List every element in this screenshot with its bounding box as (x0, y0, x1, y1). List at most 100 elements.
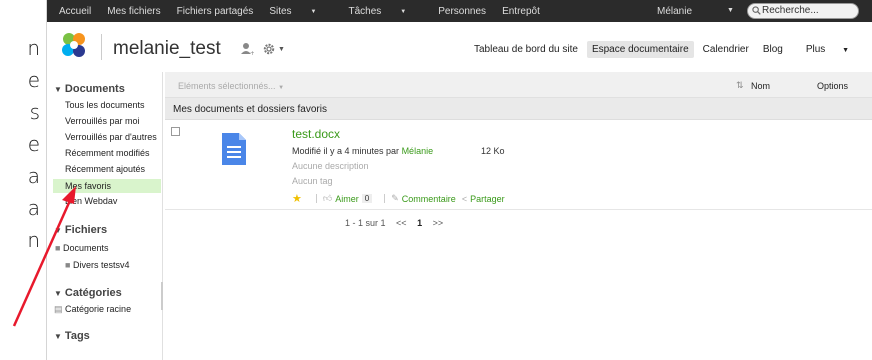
sidebar-heading-documents[interactable]: ▼ Documents (54, 83, 125, 95)
pagination-range: 1 - 1 sur 1 (345, 218, 386, 228)
sidebar-item-recently-added[interactable]: Récemment ajoutés (65, 164, 145, 174)
top-nav-my-files[interactable]: Mes fichiers (107, 6, 160, 17)
site-nav: Tableau de bord du site Espace documenta… (465, 41, 859, 58)
site-nav-calendar[interactable]: Calendrier (698, 41, 754, 58)
sidebar-heading-label: Fichiers (64, 224, 108, 236)
sidebar-heading-label: Catégories (64, 287, 122, 299)
main-content: Eléments sélectionnés... ▼ ⇅ Nom Options… (165, 72, 872, 360)
collapse-triangle-icon: ▼ (54, 226, 62, 235)
tree-item-documents[interactable]: ■ Documents (55, 243, 108, 253)
tree-item-label: Documents (62, 243, 109, 253)
app-window: Accueil Mes fichiers Fichiers partagés S… (46, 0, 872, 360)
options-button[interactable]: Options (817, 81, 848, 91)
left-text-char: a (27, 164, 40, 188)
divider (315, 194, 317, 203)
top-bar: Accueil Mes fichiers Fichiers partagés S… (47, 0, 872, 22)
sidebar-item-locked-by-others[interactable]: Verrouillés par d'autres (65, 132, 157, 142)
sidebar-heading-categories[interactable]: ▼ Catégories (54, 287, 122, 299)
pagination-prev[interactable]: << (396, 218, 407, 228)
user-menu[interactable]: Mélanie (657, 6, 692, 17)
row-checkbox[interactable] (171, 127, 180, 136)
like-count: 0 (361, 194, 373, 203)
document-icon[interactable] (221, 132, 247, 166)
thumbs-up-icon: 👍︎ (322, 193, 333, 203)
chevron-down-icon[interactable]: ▼ (278, 46, 285, 53)
top-nav-repository[interactable]: Entrepôt (502, 6, 540, 17)
document-tags: Aucun tag (292, 176, 333, 186)
comment-label: Commentaire (401, 193, 456, 204)
document-modified-info: Modifié il y a 4 minutes par Mélanie (292, 146, 433, 156)
left-text-char: s (29, 100, 40, 124)
site-nav-more-label: Plus (805, 44, 826, 55)
comment-button[interactable]: ✎ Commentaire (391, 193, 456, 204)
sidebar-heading-files[interactable]: ▼ Fichiers (54, 224, 107, 236)
search-input[interactable]: Recherche... (747, 3, 859, 19)
top-nav-tasks[interactable]: Tâches ▼ (349, 6, 423, 17)
pagination-next[interactable]: >> (433, 218, 444, 228)
top-nav-home[interactable]: Accueil (59, 6, 91, 17)
site-nav-dashboard[interactable]: Tableau de bord du site (469, 41, 583, 58)
search-placeholder: Recherche... (762, 5, 819, 16)
left-text-char: a (27, 196, 40, 220)
tree-item-divers-testsv4[interactable]: ■ Divers testsv4 (65, 260, 129, 270)
chevron-down-icon: ▼ (842, 47, 849, 54)
left-text-char: e (27, 132, 40, 156)
chevron-down-icon: ▼ (400, 9, 407, 15)
pagination-current[interactable]: 1 (417, 218, 422, 228)
chevron-down-icon: ▼ (278, 85, 285, 91)
folder-icon: ■ (65, 260, 71, 270)
document-name-link[interactable]: test.docx (292, 127, 340, 141)
add-member-icon[interactable]: + (240, 42, 254, 56)
sidebar-heading-tags[interactable]: ▼ Tags (54, 330, 90, 342)
like-button[interactable]: 👍︎ Aimer 0 (322, 193, 373, 204)
sort-button[interactable]: Nom (751, 81, 770, 91)
sidebar-item-locked-by-me[interactable]: Verrouillés par moi (65, 116, 140, 126)
collapse-triangle-icon: ▼ (54, 85, 62, 94)
gear-icon[interactable] (263, 43, 275, 55)
list-header: Mes documents et dossiers favoris (165, 98, 872, 120)
top-nav-sites[interactable]: Sites ▼ (269, 6, 332, 17)
share-button[interactable]: < Partager (462, 194, 505, 204)
document-size: 12 Ko (481, 146, 505, 156)
sort-icon[interactable]: ⇅ (736, 80, 744, 91)
site-nav-document-library[interactable]: Espace documentaire (586, 41, 694, 58)
favorite-star-icon[interactable]: ★ (292, 192, 302, 205)
top-nav-shared-files[interactable]: Fichiers partagés (177, 6, 254, 17)
category-icon: ▤ (54, 304, 63, 314)
logo-divider (101, 34, 102, 60)
comment-icon: ✎ (391, 193, 399, 203)
top-nav: Accueil Mes fichiers Fichiers partagés S… (59, 6, 556, 17)
tree-item-root-category[interactable]: ▤ Catégorie racine (54, 304, 131, 315)
selected-items-label: Eléments sélectionnés... (178, 81, 276, 91)
sidebar-item-my-favorites[interactable]: Mes favoris (53, 179, 161, 193)
sidebar-item-all-documents[interactable]: Tous les documents (65, 100, 145, 110)
site-header: melanie_test + ▼ Tableau de bord du site… (47, 22, 872, 72)
document-description: Aucune description (292, 161, 369, 171)
left-text-char: e (27, 68, 40, 92)
tree-item-label: Catégorie racine (65, 304, 132, 314)
chevron-down-icon[interactable]: ▼ (727, 7, 734, 14)
sidebar-heading-label: Documents (64, 83, 125, 95)
tree-item-label: Divers testsv4 (72, 260, 130, 270)
site-title: melanie_test (113, 38, 221, 59)
modified-user-link[interactable]: Mélanie (402, 146, 434, 156)
sidebar-item-webdav-link[interactable]: Lien Webdav (65, 196, 117, 206)
toolbar: Eléments sélectionnés... ▼ ⇅ Nom Options (165, 72, 872, 98)
sidebar: ▼ Documents Tous les documents Verrouillé… (47, 72, 163, 360)
svg-text:+: + (250, 50, 254, 56)
sidebar-heading-label: Tags (64, 330, 90, 342)
left-text-column: n e s e a a n (0, 0, 46, 360)
top-nav-people[interactable]: Personnes (438, 6, 486, 17)
divider (384, 194, 386, 203)
folder-icon: ■ (55, 243, 61, 253)
search-icon (752, 6, 761, 15)
sidebar-item-recently-modified[interactable]: Récemment modifiés (65, 148, 150, 158)
selected-items-menu[interactable]: Eléments sélectionnés... ▼ (178, 81, 284, 91)
sidebar-resize-handle[interactable] (161, 282, 163, 310)
site-nav-more[interactable]: Plus ▼ (792, 41, 859, 58)
modified-text: Modifié il y a 4 minutes par (292, 146, 400, 156)
site-nav-blog[interactable]: Blog (758, 41, 788, 58)
left-text-char: n (27, 36, 40, 60)
left-text-char: n (27, 228, 40, 252)
pagination: 1 - 1 sur 1 << 1 >> (345, 218, 451, 228)
